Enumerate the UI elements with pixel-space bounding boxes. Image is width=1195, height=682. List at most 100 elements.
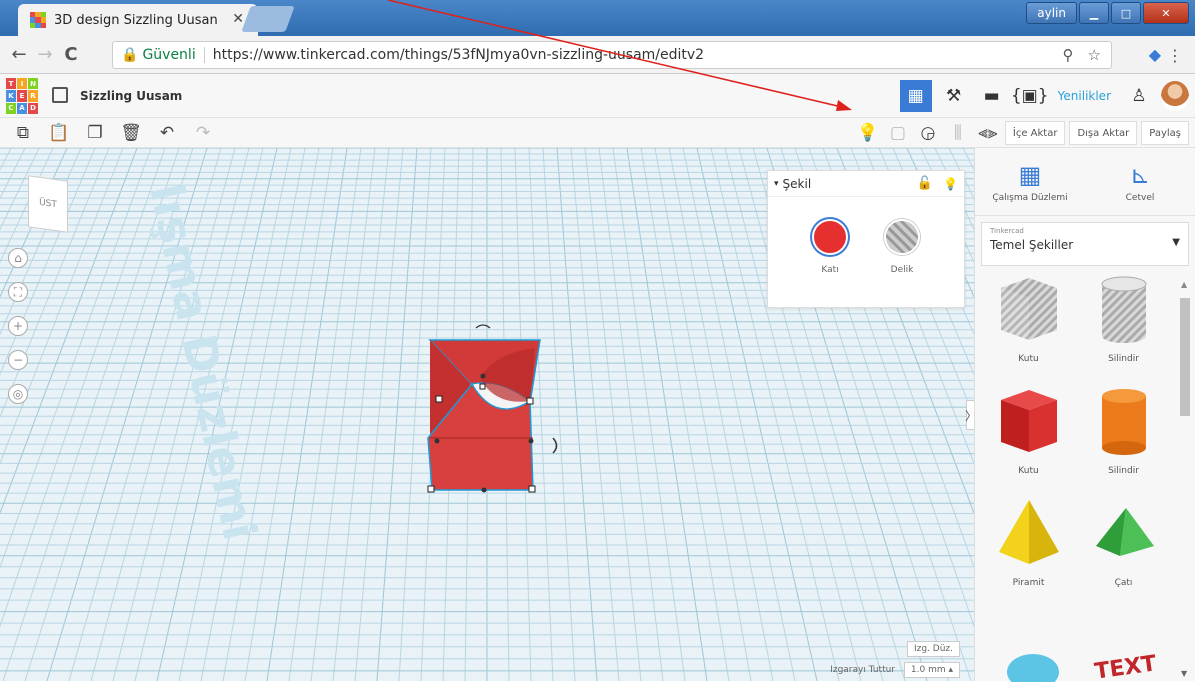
bricks-icon[interactable]: ▬: [976, 80, 1008, 112]
workplane-grid-icon: ▦: [1018, 160, 1042, 189]
library-select[interactable]: Tinkercad Temel Şekiller ▼: [981, 222, 1189, 266]
library-name: Temel Şekiller: [990, 238, 1074, 252]
rotate-handle-top[interactable]: [475, 324, 491, 329]
light-bulb-icon[interactable]: 💡: [855, 121, 881, 145]
logo-letter: N: [28, 78, 38, 90]
shape-grid: Kutu Silindir Kutu Silindir Piramit Çatı: [981, 270, 1171, 588]
build-icon[interactable]: ⚒: [938, 80, 970, 112]
align-icon[interactable]: ⫼: [945, 121, 971, 145]
view-cube[interactable]: ÜST: [28, 175, 68, 233]
url-text: https://www.tinkercad.com/things/53fNJmy…: [212, 47, 705, 63]
logo-letter: T: [6, 78, 16, 90]
grid-line: [570, 148, 620, 681]
solid-swatch[interactable]: [812, 219, 848, 255]
box-icon: [1000, 390, 1057, 452]
inspector-title: Şekil: [782, 176, 812, 191]
redo-icon[interactable]: ↷: [190, 121, 216, 145]
news-link[interactable]: Yenilikler: [1052, 89, 1117, 103]
edit-grid-button[interactable]: Izg. Düz.: [906, 641, 960, 657]
new-tab-button[interactable]: [241, 6, 295, 32]
shape-label: Kutu: [1018, 354, 1039, 364]
grid-line: [0, 148, 166, 628]
group-icon[interactable]: ▢: [885, 121, 911, 145]
browser-address-bar: ← → C 🔒 Güvenli https://www.tinkercad.co…: [0, 36, 1195, 74]
grid-line: [612, 148, 686, 681]
import-button[interactable]: İçe Aktar: [1004, 121, 1066, 145]
shape-pyramid[interactable]: Piramit: [981, 494, 1076, 588]
visibility-bulb-icon[interactable]: 💡: [943, 177, 958, 191]
cylinder-icon: [1101, 389, 1146, 455]
lock-icon[interactable]: 🔓: [917, 176, 933, 191]
secure-label: Güvenli: [142, 47, 196, 63]
url-field[interactable]: 🔒 Güvenli https://www.tinkercad.com/thin…: [112, 41, 1112, 69]
solid-option[interactable]: Katı: [800, 219, 860, 275]
duplicate-icon[interactable]: ❐: [82, 121, 108, 145]
grid-line: [528, 148, 554, 681]
tinkercad-logo[interactable]: T I N K E R C A D: [6, 78, 38, 114]
shape-cylinder-hole[interactable]: Silindir: [1076, 270, 1171, 364]
ruler-tool[interactable]: ⊾ Cetvel: [1085, 148, 1195, 215]
workplane-text: lışma Düzlemi: [139, 179, 267, 545]
zoom-icon[interactable]: ⚲: [1063, 46, 1074, 64]
ungroup-icon[interactable]: ◶: [915, 121, 941, 145]
ruler-icon: ⊾: [1129, 160, 1151, 189]
delete-icon[interactable]: 🗑: [118, 121, 144, 145]
secure-indicator[interactable]: 🔒 Güvenli: [121, 47, 205, 63]
reload-icon[interactable]: C: [58, 44, 84, 65]
export-button[interactable]: Dışa Aktar: [1069, 121, 1138, 145]
grid-line: [332, 148, 390, 681]
grid-footer: Izg. Düz. Izgarayı Tuttur 1.0 mm ▴: [830, 641, 960, 678]
tab-close-icon[interactable]: ✕: [232, 11, 244, 27]
tinkercad-favicon: [30, 12, 46, 28]
close-window-icon[interactable]: ✕: [1143, 2, 1189, 24]
shape-roof[interactable]: Çatı: [1076, 494, 1171, 588]
rotate-handle-right[interactable]: [552, 437, 558, 454]
window-user-button[interactable]: aylin: [1026, 2, 1077, 24]
star-icon[interactable]: ☆: [1088, 46, 1101, 64]
solid-label: Katı: [821, 265, 839, 275]
browser-menu-icon[interactable]: ⋮: [1167, 46, 1183, 65]
copy-icon[interactable]: ⧉: [10, 121, 36, 145]
perspective-icon[interactable]: ◎: [8, 384, 28, 404]
shape-label: Silindir: [1108, 354, 1139, 364]
minimize-icon[interactable]: ▁: [1079, 2, 1109, 24]
share-button[interactable]: Paylaş: [1141, 121, 1189, 145]
logo-letter: E: [17, 90, 27, 102]
zoom-out-icon[interactable]: −: [8, 350, 28, 370]
mirror-icon[interactable]: ⫷⫸: [975, 121, 1001, 145]
collapse-caret-icon[interactable]: ▾: [774, 179, 779, 189]
design-list-icon[interactable]: [52, 87, 68, 103]
zoom-in-icon[interactable]: +: [8, 316, 28, 336]
codeblocks-icon[interactable]: {▣}: [1011, 80, 1049, 112]
workplane-canvas[interactable]: lışma Düzlemi ÜST ⌂ ⛶ + − ◎ ▾ Şekil 🔓 💡 …: [0, 148, 974, 681]
paste-icon[interactable]: 📋: [46, 121, 72, 145]
scroll-down-icon[interactable]: ▼: [1181, 669, 1187, 678]
extension-icon[interactable]: ◆: [1149, 45, 1161, 64]
shape-box-hole[interactable]: Kutu: [981, 270, 1076, 364]
selected-shape[interactable]: [427, 339, 541, 491]
roof-icon: [1095, 508, 1154, 556]
maximize-icon[interactable]: □: [1111, 2, 1141, 24]
snap-grid-select[interactable]: 1.0 mm ▴: [903, 662, 960, 678]
browser-tab[interactable]: 3D design Sizzling Uusan ✕: [18, 4, 258, 36]
shape-cylinder[interactable]: Silindir: [1076, 382, 1171, 476]
hole-option[interactable]: Delik: [872, 219, 932, 275]
hole-swatch[interactable]: [884, 219, 920, 255]
avatar[interactable]: [1161, 81, 1189, 111]
add-user-icon[interactable]: ♙: [1123, 80, 1155, 112]
forward-icon[interactable]: →: [32, 44, 58, 65]
fit-view-icon[interactable]: ⛶: [8, 282, 28, 302]
grid-line: [354, 148, 404, 681]
project-name[interactable]: Sizzling Uusam: [80, 89, 182, 103]
scroll-thumb[interactable]: [1180, 298, 1190, 416]
3d-view-icon[interactable]: ▦: [899, 80, 932, 112]
undo-icon[interactable]: ↶: [154, 121, 180, 145]
pyramid-icon: [998, 500, 1059, 564]
workplane-tool[interactable]: ▦ Çalışma Düzlemi: [975, 148, 1085, 215]
logo-letter: K: [6, 90, 16, 102]
home-view-icon[interactable]: ⌂: [8, 248, 28, 268]
shapes-scrollbar[interactable]: ▲ ▼: [1179, 278, 1191, 678]
shape-box[interactable]: Kutu: [981, 382, 1076, 476]
back-icon[interactable]: ←: [6, 44, 32, 65]
scroll-up-icon[interactable]: ▲: [1181, 280, 1187, 289]
